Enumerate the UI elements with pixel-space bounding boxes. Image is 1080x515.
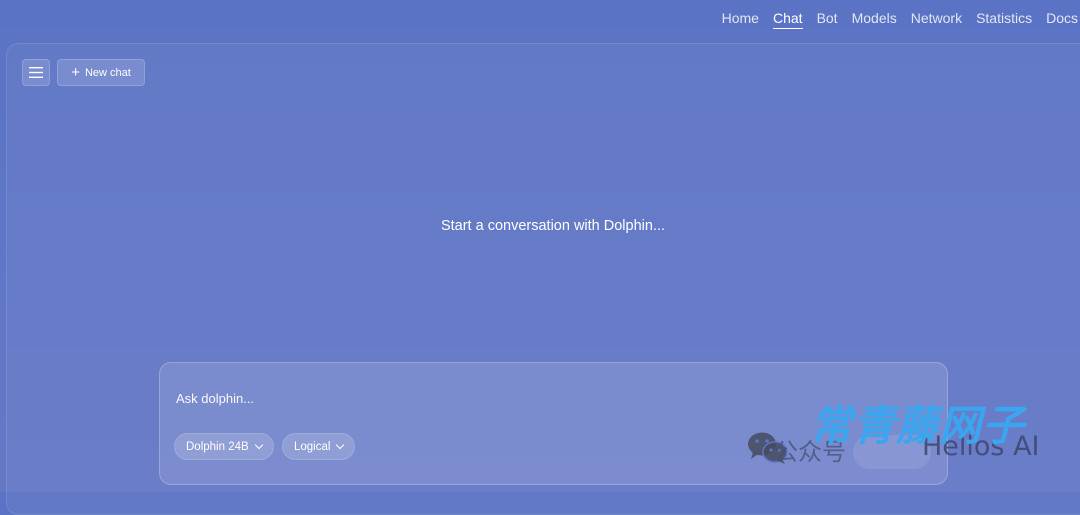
plus-icon: + — [71, 63, 80, 81]
watermark-cjk-text: 常青藤网子 — [810, 401, 1026, 450]
mode-select[interactable]: Logical — [282, 433, 356, 460]
top-navigation: Home Chat Bot Models Network Statistics … — [708, 0, 1080, 32]
empty-state-message: Start a conversation with Dolphin... — [440, 218, 666, 234]
new-chat-label: New chat — [84, 66, 131, 79]
model-select-label: Dolphin 24B — [186, 440, 249, 453]
menu-icon — [29, 67, 43, 78]
watermark: 公众号 Hellos AI 常青藤网子 — [746, 392, 1056, 472]
nav-chat[interactable]: Chat — [772, 4, 803, 29]
nav-network[interactable]: Network — [911, 4, 962, 28]
chevron-down-icon — [254, 440, 263, 449]
chevron-down-icon — [336, 440, 345, 449]
mode-select-label: Logical — [294, 440, 331, 453]
sidebar-toggle-button[interactable] — [22, 59, 50, 86]
message-input[interactable] — [174, 385, 778, 411]
new-chat-button[interactable]: + New chat — [57, 59, 145, 86]
nav-models[interactable]: Models — [852, 4, 897, 28]
model-select[interactable]: Dolphin 24B — [174, 433, 274, 460]
nav-home[interactable]: Home — [722, 4, 759, 28]
nav-docs[interactable]: Docs — [1046, 4, 1078, 28]
nav-statistics[interactable]: Statistics — [976, 4, 1032, 28]
nav-bot[interactable]: Bot — [817, 4, 838, 28]
